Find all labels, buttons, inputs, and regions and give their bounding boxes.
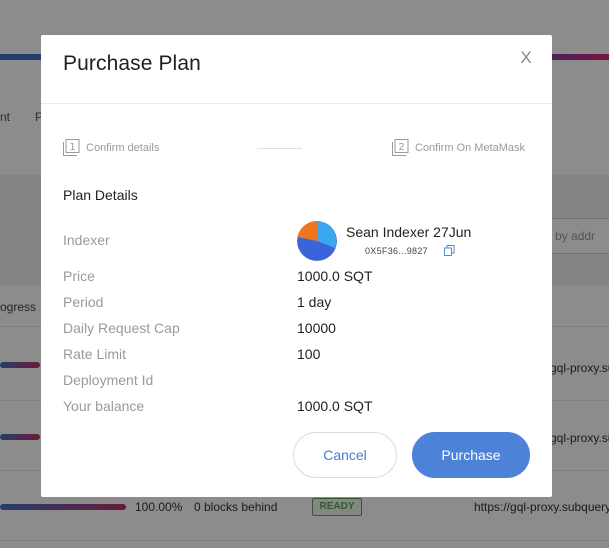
modal-header-divider bbox=[41, 103, 552, 104]
step-1-number: 1 bbox=[69, 142, 75, 153]
indexer-address: 0X5F36...9827 bbox=[365, 246, 428, 256]
step-2-number: 2 bbox=[398, 142, 404, 153]
your-balance-value: 1000.0 SQT bbox=[297, 398, 373, 414]
step-confirm-metamask: 2 Confirm On MetaMask bbox=[392, 139, 525, 156]
modal-title: Purchase Plan bbox=[63, 52, 201, 75]
cancel-button[interactable]: Cancel bbox=[293, 432, 397, 478]
step-2-label: Confirm On MetaMask bbox=[415, 141, 526, 154]
price-label: Price bbox=[63, 268, 95, 284]
rate-limit-label: Rate Limit bbox=[63, 346, 127, 362]
step-connector bbox=[257, 148, 302, 149]
step-1-icon: 1 bbox=[63, 139, 80, 156]
step-1-label: Confirm details bbox=[86, 141, 160, 154]
purchase-plan-modal: Purchase Plan X 1 Confirm details 2 Conf… bbox=[41, 35, 552, 497]
step-2-icon: 2 bbox=[392, 139, 409, 156]
rate-limit-value: 100 bbox=[297, 346, 321, 362]
daily-request-cap-label: Daily Request Cap bbox=[63, 320, 180, 336]
deployment-id-label: Deployment Id bbox=[63, 372, 154, 388]
price-value: 1000.0 SQT bbox=[297, 268, 373, 284]
your-balance-label: Your balance bbox=[63, 398, 145, 414]
daily-request-cap-value: 10000 bbox=[297, 320, 336, 336]
indexer-name: Sean Indexer 27Jun bbox=[346, 224, 472, 240]
step-confirm-details: 1 Confirm details bbox=[63, 139, 159, 156]
indexer-avatar-icon bbox=[297, 221, 337, 261]
purchase-button[interactable]: Purchase bbox=[412, 432, 530, 478]
indexer-label: Indexer bbox=[63, 232, 110, 248]
copy-icon[interactable] bbox=[444, 245, 455, 256]
period-value: 1 day bbox=[297, 294, 332, 310]
period-label: Period bbox=[63, 294, 104, 310]
plan-details-heading: Plan Details bbox=[63, 187, 138, 203]
close-button[interactable]: X bbox=[517, 49, 535, 67]
